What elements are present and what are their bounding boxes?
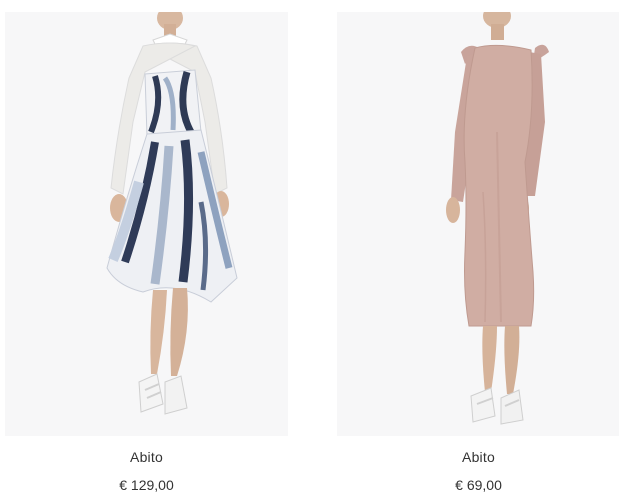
product-name[interactable]: Abito (337, 449, 619, 465)
product-card[interactable]: Abito € 69,00 (337, 12, 619, 497)
product-price: € 129,00 (119, 477, 174, 493)
product-grid: Abito € 129,00 Abito € 69,00 (0, 0, 619, 497)
model-pink-dress-illustration (446, 12, 549, 425)
product-card[interactable]: Abito € 129,00 (5, 12, 288, 497)
product-image[interactable] (5, 12, 288, 436)
product-price: € 69,00 (455, 477, 502, 493)
product-name[interactable]: Abito (5, 449, 288, 465)
model-white-blue-dress-illustration (106, 12, 238, 415)
product-image[interactable] (337, 12, 619, 436)
